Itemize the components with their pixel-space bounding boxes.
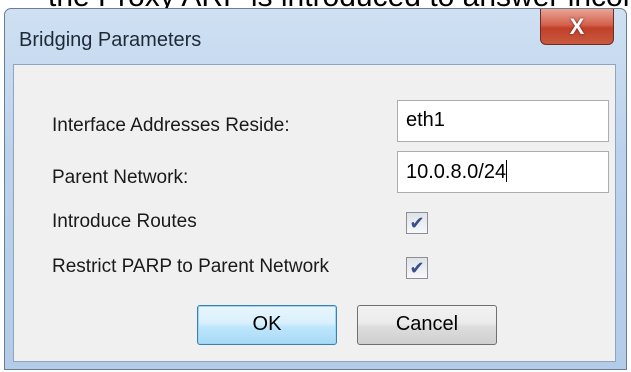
close-button[interactable]: X <box>540 9 614 45</box>
checkmark-icon: ✔ <box>409 258 425 278</box>
restrict-parp-label: Restrict PARP to Parent Network <box>52 256 330 277</box>
ok-button[interactable]: OK <box>197 305 337 345</box>
dialog-client-area: Interface Addresses Reside: eth1 Parent … <box>13 64 616 362</box>
text-caret <box>506 160 508 182</box>
introduce-routes-checkbox[interactable]: ✔ <box>406 212 428 234</box>
parent-network-label: Parent Network: <box>52 167 189 188</box>
cancel-button[interactable]: Cancel <box>357 305 497 345</box>
checkmark-icon: ✔ <box>409 213 425 233</box>
close-icon: X <box>569 13 585 39</box>
dialog-title: Bridging Parameters <box>19 29 202 51</box>
dialog-window: Bridging Parameters X Interface Addresse… <box>4 8 627 370</box>
restrict-parp-checkbox[interactable]: ✔ <box>406 257 428 279</box>
parent-network-value: 10.0.8.0/24 <box>406 161 507 183</box>
parent-network-input[interactable]: 10.0.8.0/24 <box>397 151 609 193</box>
interface-input[interactable]: eth1 <box>397 100 609 142</box>
interface-label: Interface Addresses Reside: <box>52 115 290 136</box>
interface-value: eth1 <box>406 109 445 131</box>
introduce-routes-label: Introduce Routes <box>52 211 197 232</box>
